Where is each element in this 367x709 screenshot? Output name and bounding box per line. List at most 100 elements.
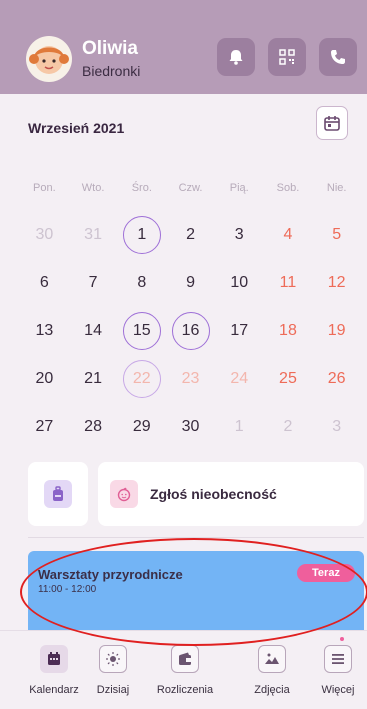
calendar-day[interactable]: 5 (312, 211, 361, 259)
nav-photos-icon-box (258, 645, 286, 673)
calendar-day-number: 28 (84, 418, 102, 435)
calendar-day[interactable]: 20 (20, 355, 69, 403)
calendar-day[interactable]: 3 (215, 211, 264, 259)
calendar-day[interactable]: 28 (69, 403, 118, 451)
nav-payments[interactable]: Rozliczenia (150, 645, 220, 696)
month-header: Wrzesień 2021 (0, 94, 367, 158)
calendar-day-number: 17 (230, 322, 249, 339)
calendar-day[interactable]: 10 (215, 259, 264, 307)
nav-more-icon-box (324, 645, 352, 673)
qr-code-button[interactable] (268, 38, 306, 76)
child-name: Oliwia (82, 38, 138, 59)
calendar-day[interactable]: 12 (312, 259, 361, 307)
calendar-day[interactable]: 8 (117, 259, 166, 307)
calendar-day[interactable]: 14 (69, 307, 118, 355)
image-icon (265, 653, 279, 664)
calendar-day-number: 3 (234, 226, 244, 243)
calendar-day[interactable]: 6 (20, 259, 69, 307)
calendar-day[interactable]: 1 (117, 211, 166, 259)
calendar-day-number: 30 (181, 418, 200, 435)
calendar-week-row: 27 28 29 30 1 2 3 (20, 403, 361, 451)
calendar-day[interactable]: 4 (264, 211, 313, 259)
calendar-day-number: 22 (132, 370, 151, 387)
calendar-day-number: 3 (332, 418, 342, 435)
bell-icon (229, 50, 243, 65)
annotation-highlight-oval (20, 538, 367, 646)
calendar-day-number: 11 (279, 274, 297, 291)
calendar-day-number: 12 (327, 274, 346, 291)
calendar-day[interactable]: 7 (69, 259, 118, 307)
calendar-day[interactable]: 17 (215, 307, 264, 355)
nav-today-label: Dzisiaj (96, 684, 130, 696)
calendar-day[interactable]: 9 (166, 259, 215, 307)
nav-today[interactable]: Dzisiaj (83, 645, 143, 696)
nav-calendar-label: Kalendarz (29, 684, 79, 696)
calendar-day[interactable]: 18 (264, 307, 313, 355)
calendar-day[interactable]: 30 (20, 211, 69, 259)
calendar-day[interactable]: 31 (69, 211, 118, 259)
calendar-day-number: 16 (181, 322, 200, 339)
calendar-day-number: 13 (35, 322, 54, 339)
calendar-day-number: 10 (230, 274, 249, 291)
backpack-shortcut[interactable] (28, 462, 88, 526)
calendar-day[interactable]: 21 (69, 355, 118, 403)
calendar-week-row: 13 14 15 16 17 18 19 (20, 307, 361, 355)
nav-today-icon-box (99, 645, 127, 673)
calendar-week-row: 30 31 1 2 3 4 5 (20, 211, 361, 259)
calendar-day-number: 18 (279, 322, 297, 339)
calendar-day[interactable]: 27 (20, 403, 69, 451)
calendar-day[interactable]: 23 (166, 355, 215, 403)
calendar-grid: 30 31 1 2 3 4 5 6 7 8 9 10 11 12 13 14 15 16 17 18 19 20 21 22 2… (20, 211, 361, 451)
calendar-day[interactable]: 30 (166, 403, 215, 451)
weekday-label: Czw. (178, 182, 203, 194)
calendar-day[interactable]: 2 (264, 403, 313, 451)
report-absence-button[interactable]: Zgłoś nieobecność (98, 462, 364, 526)
calendar-day-number: 27 (35, 418, 54, 435)
qr-code-icon (279, 49, 295, 65)
calendar-day-number: 8 (137, 274, 147, 291)
nav-calendar[interactable]: Kalendarz (24, 645, 84, 696)
calendar-day-number: 1 (234, 418, 244, 435)
call-button[interactable] (319, 38, 357, 76)
calendar-day-number: 26 (327, 370, 346, 387)
calendar-day[interactable]: 16 (166, 307, 215, 355)
calendar-day[interactable]: 11 (264, 259, 313, 307)
nav-photos[interactable]: Zdjęcia (242, 645, 302, 696)
calendar-day[interactable]: 3 (312, 403, 361, 451)
calendar-day-number: 21 (84, 370, 102, 387)
baby-icon-box (110, 480, 138, 508)
calendar-day-number: 4 (283, 226, 293, 243)
baby-icon (117, 487, 131, 502)
calendar-day-number: 20 (35, 370, 54, 387)
weekday-label: Nie. (326, 182, 347, 194)
child-avatar[interactable] (26, 36, 72, 82)
calendar-day[interactable]: 1 (215, 403, 264, 451)
calendar-day[interactable]: 22 (117, 355, 166, 403)
calendar-day[interactable]: 2 (166, 211, 215, 259)
calendar-day[interactable]: 15 (117, 307, 166, 355)
calendar-day[interactable]: 29 (117, 403, 166, 451)
calendar-day[interactable]: 26 (312, 355, 361, 403)
calendar-day-number: 30 (35, 226, 54, 243)
calendar-day[interactable]: 24 (215, 355, 264, 403)
calendar-day-number: 2 (283, 418, 293, 435)
calendar-day-number: 29 (132, 418, 151, 435)
notifications-button[interactable] (217, 38, 255, 76)
calendar-day-number: 9 (186, 274, 195, 291)
calendar-day[interactable]: 25 (264, 355, 313, 403)
calendar-icon (324, 116, 340, 131)
calendar-day[interactable]: 13 (20, 307, 69, 355)
weekday-label: Śro. (131, 182, 152, 194)
more-notification-dot (340, 637, 344, 641)
calendar-week-row: 6 7 8 9 10 11 12 (20, 259, 361, 307)
calendar-day-number: 25 (279, 370, 297, 387)
calendar-day-number: 1 (137, 226, 147, 243)
date-picker-button[interactable] (316, 106, 348, 140)
nav-more[interactable]: Więcej (308, 645, 367, 696)
weekday-label: Sob. (276, 182, 300, 194)
calendar-day[interactable]: 19 (312, 307, 361, 355)
month-title: Wrzesień 2021 (28, 120, 125, 136)
weekday-header: Pon. Wto. Śro. Czw. Pią. Sob. Nie. (20, 182, 361, 194)
child-avatar-image (29, 46, 69, 74)
nav-photos-label: Zdjęcia (254, 684, 290, 696)
